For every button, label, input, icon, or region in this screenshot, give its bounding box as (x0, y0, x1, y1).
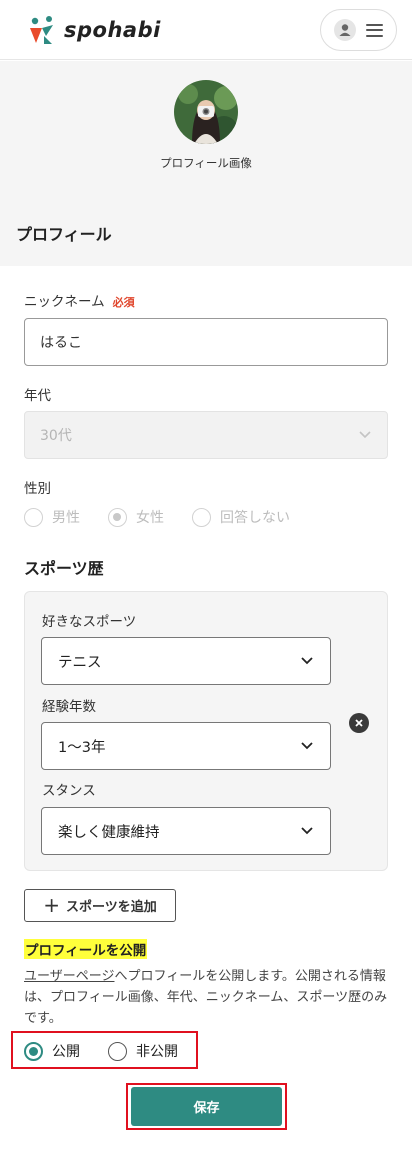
save-button[interactable]: 保存 (131, 1087, 282, 1126)
remove-sport-button[interactable] (349, 713, 369, 733)
profile-section-title: プロフィール (16, 225, 112, 244)
add-sport-button[interactable]: + スポーツを追加 (24, 889, 176, 922)
sports-history-title: スポーツ歴 (24, 559, 104, 578)
logo-text: spohabi (64, 18, 161, 42)
close-icon (355, 719, 363, 727)
user-page-link[interactable]: ユーザーページ (24, 969, 114, 984)
gender-option-male: 男性 (24, 507, 80, 527)
age-select: 30代 (24, 411, 388, 459)
profile-image-caption: プロフィール画像 (160, 156, 252, 170)
sport-card: 好きなスポーツ テニス 経験年数 1〜3年 スタンス 楽しく健康維持 (24, 591, 388, 871)
chevron-down-icon (300, 824, 314, 838)
stance-select[interactable]: 楽しく健康維持 (41, 807, 331, 855)
nickname-label: ニックネーム 必須 (24, 294, 135, 310)
profile-image-section: プロフィール画像 プロフィール (0, 61, 412, 266)
radio-icon (24, 507, 43, 527)
gender-option-no-answer: 回答しない (192, 507, 290, 527)
radio-icon (192, 507, 211, 527)
experience-years-label: 経験年数 (42, 699, 96, 715)
header: spohabi (0, 0, 412, 60)
logo-mark-icon (30, 16, 53, 44)
age-label: 年代 (24, 388, 51, 404)
nickname-input[interactable]: はるこ (24, 318, 388, 366)
chevron-down-icon (300, 739, 314, 753)
publish-description: ユーザーページへプロフィールを公開します。公開される情報は、プロフィール画像、年… (24, 969, 388, 1026)
favorite-sport-label: 好きなスポーツ (42, 614, 137, 630)
account-menu-button[interactable] (320, 9, 397, 51)
profile-avatar[interactable] (174, 80, 238, 144)
user-icon (334, 19, 356, 41)
radio-icon (108, 1041, 127, 1061)
radio-checked-icon (24, 1041, 43, 1061)
gender-label: 性別 (24, 481, 51, 497)
plus-icon: + (43, 892, 60, 917)
required-badge: 必須 (112, 296, 135, 309)
stance-label: スタンス (42, 783, 96, 799)
chevron-down-icon (300, 654, 314, 668)
experience-years-select[interactable]: 1〜3年 (41, 722, 331, 770)
logo[interactable]: spohabi (26, 14, 161, 46)
publish-option-private[interactable]: 非公開 (108, 1041, 178, 1061)
favorite-sport-select[interactable]: テニス (41, 637, 331, 685)
age-select-value: 30代 (40, 428, 72, 444)
chevron-down-icon (358, 428, 372, 442)
radio-checked-icon (108, 507, 127, 527)
hamburger-menu-icon (366, 23, 383, 37)
publish-option-public[interactable]: 公開 (24, 1041, 80, 1061)
gender-option-female: 女性 (108, 507, 164, 527)
publish-title: プロフィールを公開 (24, 939, 148, 959)
